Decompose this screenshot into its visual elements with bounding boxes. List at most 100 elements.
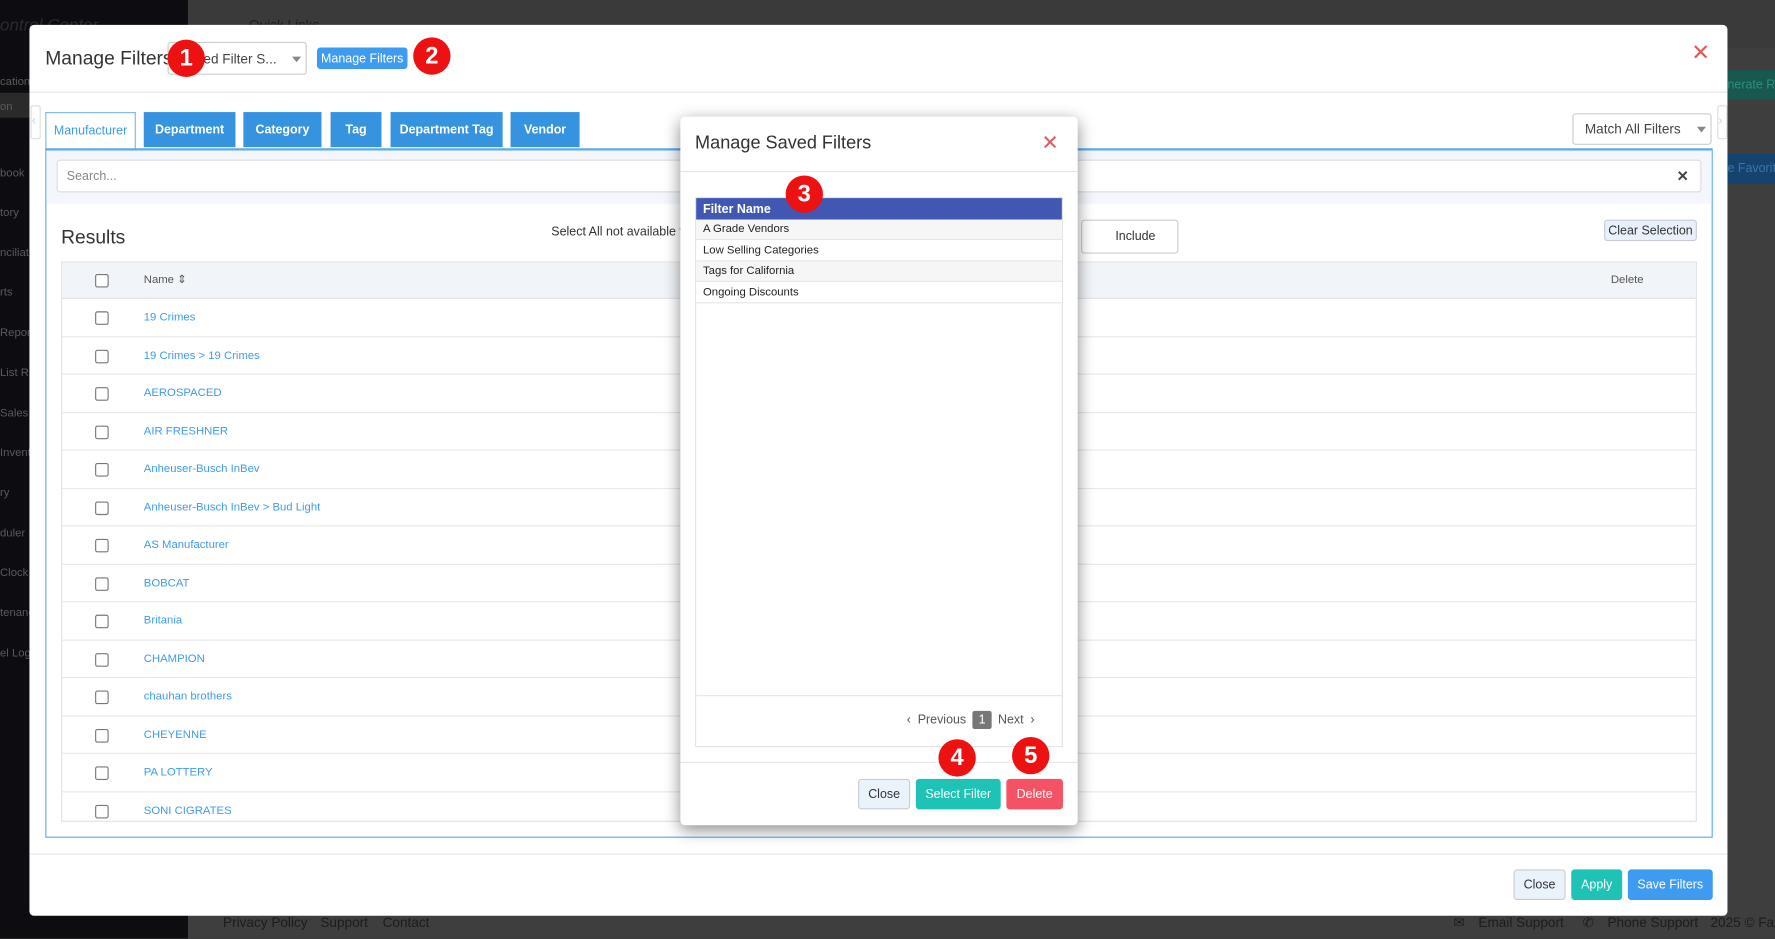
sidebar-item[interactable]: tory (0, 207, 19, 219)
favorite-button[interactable]: e Favorit (1727, 153, 1775, 184)
modal-title: Manage Filters (45, 47, 173, 70)
row-name-link[interactable]: CHEYENNE (144, 728, 207, 740)
row-name-link[interactable]: Anheuser-Busch InBev > Bud Light (144, 501, 321, 513)
include-label: Include (1115, 229, 1156, 244)
previous-page-button[interactable]: Previous (918, 713, 966, 727)
delete-filter-button[interactable]: Delete (1006, 778, 1063, 810)
close-icon[interactable]: ✕ (1041, 131, 1058, 155)
row-checkbox[interactable] (95, 311, 109, 325)
row-checkbox[interactable] (95, 614, 109, 629)
row-checkbox[interactable] (95, 690, 109, 705)
generate-report-button[interactable]: nerate Re (1727, 70, 1775, 100)
sort-icon[interactable]: ⇕ (177, 274, 186, 286)
select-all-checkbox[interactable] (95, 273, 109, 288)
email-support-link[interactable]: Email Support (1478, 915, 1563, 931)
sidebar-item[interactable]: List R (0, 367, 29, 379)
filter-name-header: Filter Name (696, 198, 1062, 220)
footer-link-support[interactable]: Support (320, 915, 368, 931)
tab-department[interactable]: Department (143, 112, 236, 148)
next-page-button[interactable]: Next (998, 713, 1024, 727)
current-page[interactable]: 1 (972, 710, 992, 730)
tab-vendor[interactable]: Vendor (510, 112, 580, 148)
column-delete: Delete (1610, 273, 1644, 287)
saved-filters-table: Filter Name A Grade Vendors Low Selling C… (695, 196, 1063, 748)
copyright: 2025 © Fas (1710, 914, 1775, 931)
row-checkbox[interactable] (95, 349, 109, 363)
row-name-link[interactable]: Anheuser-Busch InBev (144, 463, 260, 475)
row-checkbox[interactable] (95, 766, 109, 780)
match-mode-select[interactable]: Match All Filters (1572, 113, 1712, 145)
footer-link-privacy[interactable]: Privacy Policy (223, 915, 308, 931)
chevron-left-icon[interactable]: ‹ (907, 713, 911, 727)
row-name-link[interactable]: AS Manufacturer (144, 539, 229, 551)
saved-filter-row[interactable]: Tags for California (696, 261, 1062, 282)
sidebar-item[interactable]: cation (0, 76, 30, 88)
sidebar-item[interactable]: nciliati (0, 247, 31, 259)
saved-filter-row[interactable]: Low Selling Categories (696, 240, 1062, 261)
row-checkbox[interactable] (95, 387, 109, 401)
row-name-link[interactable]: 19 Crimes (144, 311, 196, 323)
pagination-divider (696, 695, 1062, 697)
include-button[interactable]: Include (1081, 219, 1179, 254)
tab-tag[interactable]: Tag (330, 112, 382, 148)
sidebar-item[interactable]: ry (0, 487, 9, 499)
row-name-link[interactable]: AEROSPACED (144, 387, 222, 399)
row-checkbox[interactable] (95, 500, 109, 515)
tab-manufacturer[interactable]: Manufacturer (45, 112, 136, 150)
clear-search-icon[interactable]: ✕ (1677, 168, 1689, 186)
dialog-close-button[interactable]: Close (858, 778, 911, 810)
footer-divider (29, 853, 1728, 855)
sidebar-item[interactable]: Clock (0, 567, 28, 579)
row-name-link[interactable]: SONI CIGRATES (144, 804, 232, 816)
row-name-link[interactable]: chauhan brothers (144, 691, 232, 703)
row-checkbox[interactable] (95, 652, 109, 667)
row-name-link[interactable]: Britania (144, 615, 182, 627)
select-all-note: Select All not available for (551, 225, 694, 239)
row-checkbox[interactable] (95, 538, 109, 553)
apply-button[interactable]: Apply (1571, 869, 1623, 900)
sidebar-item[interactable]: duler (0, 528, 25, 540)
row-checkbox[interactable] (95, 462, 109, 477)
sidebar-item[interactable]: rts (0, 286, 13, 298)
sidebar-item[interactable]: Repor (0, 327, 31, 339)
header-divider (29, 91, 1728, 93)
row-name-link[interactable]: AIR FRESHNER (144, 425, 228, 437)
save-filters-button[interactable]: Save Filters (1627, 869, 1713, 900)
row-name-link[interactable]: PA LOTTERY (144, 766, 213, 778)
row-checkbox[interactable] (95, 804, 109, 818)
close-button[interactable]: Close (1513, 869, 1566, 900)
annotation-badge-1: 1 (167, 39, 205, 77)
row-name-link[interactable]: BOBCAT (144, 577, 190, 589)
select-filter-button[interactable]: Select Filter (915, 778, 1001, 810)
annotation-badge-5: 5 (1012, 736, 1050, 775)
close-icon[interactable]: ✕ (1691, 38, 1710, 66)
annotation-badge-2: 2 (413, 37, 451, 75)
saved-filter-row[interactable]: Ongoing Discounts (696, 282, 1062, 303)
column-name[interactable]: Name ⇕ (144, 274, 187, 286)
dialog-title: Manage Saved Filters (695, 133, 872, 153)
sidebar-item[interactable]: el Log (0, 648, 31, 660)
tab-category[interactable]: Category (243, 112, 322, 148)
row-name-link[interactable]: 19 Crimes > 19 Crimes (144, 349, 260, 361)
footer-link-contact[interactable]: Contact (383, 915, 430, 931)
tab-scroll-left-icon[interactable]: ‹ (30, 105, 41, 140)
chevron-right-icon[interactable]: › (1030, 713, 1034, 727)
chevron-down-icon (1696, 126, 1706, 133)
clear-selection-button[interactable]: Clear Selection (1604, 219, 1697, 242)
sidebar-item[interactable]: on (0, 92, 30, 118)
tab-scroll-right-icon[interactable]: › (1717, 105, 1728, 140)
tab-department-tag[interactable]: Department Tag (390, 112, 503, 148)
sidebar-item[interactable]: book (0, 168, 25, 180)
sidebar-item[interactable]: Sales (0, 408, 28, 420)
manage-filters-button[interactable]: Manage Filters (316, 47, 408, 70)
row-checkbox[interactable] (95, 576, 109, 591)
match-mode-value: Match All Filters (1584, 121, 1681, 137)
row-checkbox[interactable] (95, 425, 109, 439)
phone-support-link[interactable]: Phone Support (1607, 915, 1698, 931)
column-name-label: Name (143, 273, 174, 287)
row-name-link[interactable]: CHAMPION (144, 653, 205, 665)
row-checkbox[interactable] (95, 728, 109, 743)
sidebar-item[interactable]: Invent (0, 447, 31, 459)
saved-filter-row[interactable]: A Grade Vendors (696, 219, 1062, 240)
button-label: e Favorit (1727, 161, 1775, 176)
